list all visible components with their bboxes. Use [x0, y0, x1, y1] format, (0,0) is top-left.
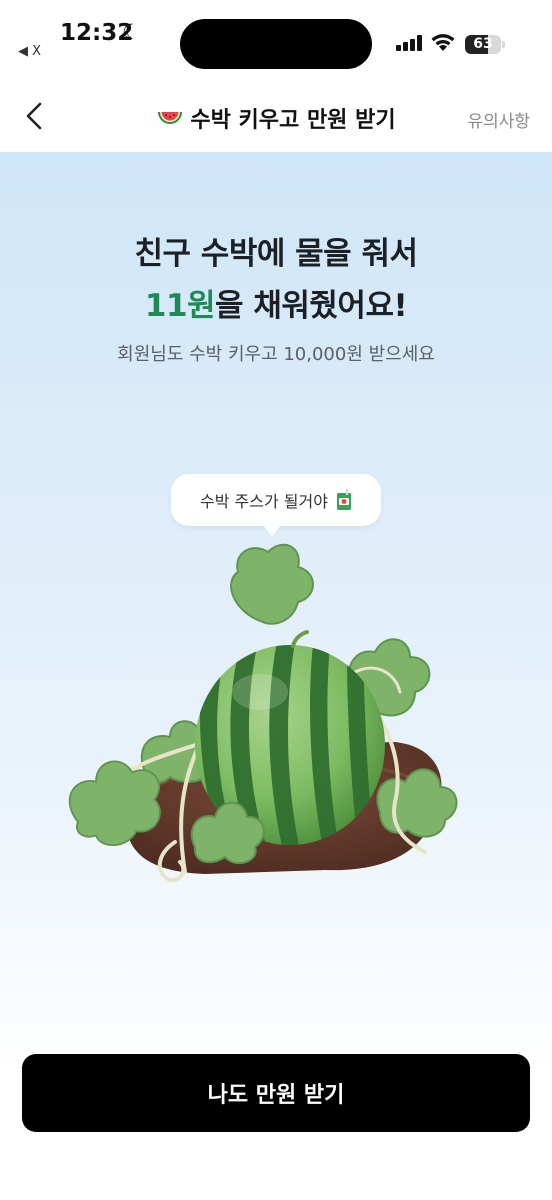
notice-link[interactable]: 유의사항	[467, 107, 530, 132]
headline-line-2-rest: 을 채워줬어요!	[215, 288, 408, 324]
battery-level: 63	[473, 36, 493, 52]
leaf-right	[376, 768, 458, 838]
battery-tip	[502, 41, 505, 48]
back-to-app-link[interactable]: ◀ X	[18, 44, 41, 59]
watermelon-illustration	[68, 543, 458, 883]
dynamic-island	[180, 19, 372, 69]
hero-section: 친구 수박에 물을 줘서 11원을 채워줬어요! 회원님도 수박 키우고 10,…	[0, 152, 552, 1200]
subline: 회원님도 수박 키우고 10,000원 받으세요	[117, 344, 435, 365]
page-title-text: 수박 키우고 만원 받기	[190, 108, 396, 133]
page-title: 수박 키우고 만원 받기	[156, 102, 396, 134]
watermelon-slice-icon	[158, 112, 183, 124]
speech-bubble-tail	[262, 524, 282, 536]
get-10000-won-button[interactable]: 나도 만원 받기	[22, 1054, 530, 1132]
speech-bubble: 수박 주스가 될거야	[171, 474, 381, 526]
headline-amount: 11원	[144, 288, 216, 324]
moon-icon: ☾	[122, 20, 141, 44]
headline-line-2: 11원을 채워줬어요!	[0, 280, 552, 325]
juice-box-icon	[336, 489, 351, 510]
nav-bar: 수박 키우고 만원 받기 유의사항	[0, 80, 552, 152]
signal-icon	[396, 35, 426, 51]
speech-bubble-text: 수박 주스가 될거야	[200, 492, 328, 511]
headline-line-1: 친구 수박에 물을 줘서	[134, 236, 418, 272]
wifi-icon	[431, 34, 455, 51]
leaf-top	[230, 543, 314, 625]
status-bar: 12:32 ☾ ◀ X 63	[0, 0, 552, 80]
battery-icon: 63	[465, 35, 501, 54]
